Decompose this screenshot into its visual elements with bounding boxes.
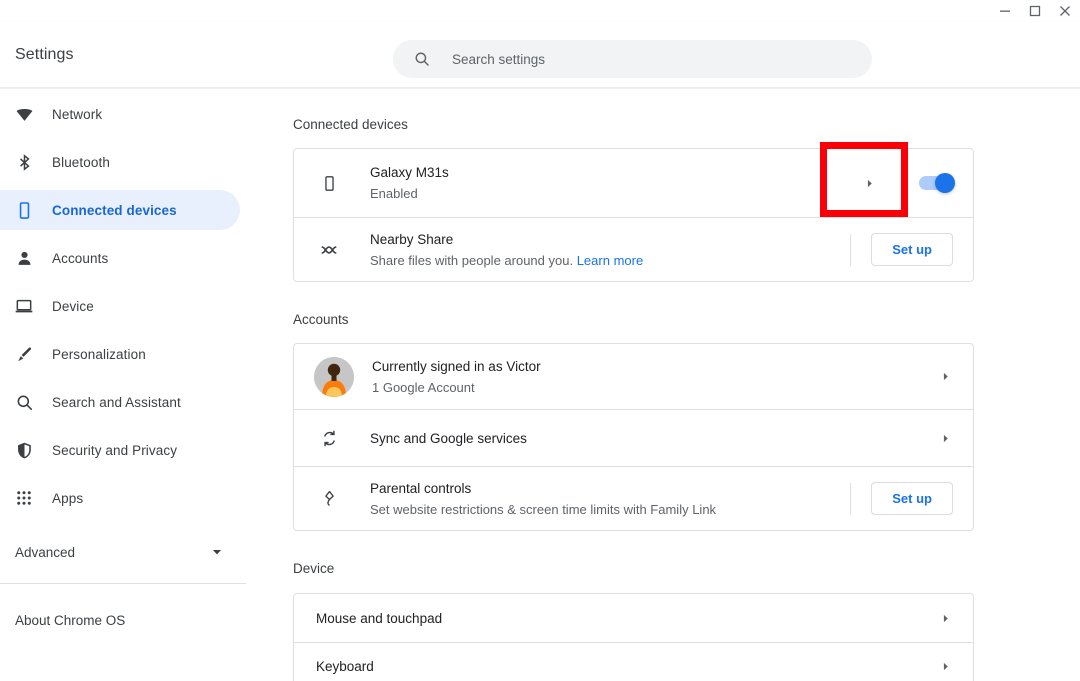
sidebar-item-security-and-privacy[interactable]: Security and Privacy (0, 430, 246, 470)
sidebar-advanced-toggle[interactable]: Advanced (0, 532, 246, 572)
family-link-icon (314, 489, 344, 508)
row-text: Sync and Google services (370, 429, 940, 448)
row-text: Currently signed in as Victor 1 Google A… (372, 357, 940, 397)
nearby-share-icon (314, 240, 344, 260)
phone-icon (314, 175, 344, 192)
chevron-right-icon[interactable] (940, 613, 951, 624)
parental-controls-setup-button[interactable]: Set up (871, 482, 953, 515)
close-icon[interactable] (1050, 0, 1080, 22)
parental-controls-title: Parental controls (370, 480, 472, 496)
search-icon (12, 393, 36, 412)
sidebar-item-apps[interactable]: Apps (0, 478, 246, 518)
sidebar-item-search-and-assistant[interactable]: Search and Assistant (0, 382, 246, 422)
chevron-right-icon[interactable] (940, 371, 951, 382)
brush-icon (12, 345, 36, 364)
window-titlebar (0, 0, 1080, 22)
sidebar-item-accounts[interactable]: Accounts (0, 238, 246, 278)
device-card: Mouse and touchpad Keyboard (293, 593, 974, 681)
row-sync-and-google-services[interactable]: Sync and Google services (294, 409, 973, 466)
section-title-connected-devices: Connected devices (293, 117, 408, 132)
minimize-icon[interactable] (990, 0, 1020, 22)
row-nearby-share[interactable]: Nearby Share Share files with people aro… (294, 217, 973, 281)
nearby-share-desc-text: Share files with people around you. (370, 252, 574, 268)
sidebar-divider (0, 583, 246, 584)
sync-icon (314, 429, 344, 448)
row-text: Parental controls Set website restrictio… (370, 479, 850, 519)
parental-controls-desc: Set website restrictions & screen time l… (370, 501, 717, 517)
apps-grid-icon (12, 489, 36, 507)
about-label: About Chrome OS (15, 612, 126, 628)
sync-title: Sync and Google services (370, 430, 527, 446)
laptop-icon (12, 296, 36, 316)
sidebar-item-label: Bluetooth (52, 154, 110, 170)
row-text: Galaxy M31s Enabled (370, 163, 864, 203)
sidebar-item-label: Search and Assistant (52, 394, 181, 410)
sidebar-item-personalization[interactable]: Personalization (0, 334, 246, 374)
chevron-down-icon (210, 545, 224, 559)
bluetooth-icon (12, 153, 36, 172)
nearby-share-title: Nearby Share (370, 231, 454, 247)
galaxy-m31s-toggle[interactable] (919, 173, 955, 193)
section-title-device: Device (293, 561, 335, 576)
maximize-icon[interactable] (1020, 0, 1050, 22)
row-keyboard[interactable]: Keyboard (294, 642, 973, 681)
row-text: Mouse and touchpad (316, 609, 940, 628)
sidebar-item-connected-devices[interactable]: Connected devices (0, 190, 240, 230)
sidebar-item-label: Connected devices (52, 202, 177, 218)
sidebar-item-label: Personalization (52, 346, 146, 362)
section-title-accounts: Accounts (293, 312, 349, 327)
sidebar-item-about-chrome-os[interactable]: About Chrome OS (0, 600, 246, 640)
row-text: Nearby Share Share files with people aro… (370, 230, 850, 270)
connected-devices-card: Galaxy M31s Enabled Nearby Share Share f (293, 148, 974, 282)
nearby-share-desc: Share files with people around you. Lear… (370, 251, 850, 270)
mouse-touchpad-title: Mouse and touchpad (316, 610, 443, 626)
signed-in-title: Currently signed in as Victor (372, 358, 541, 374)
chevron-right-icon[interactable] (940, 661, 951, 672)
search-box[interactable] (393, 40, 872, 78)
main-content: Connected devices Galaxy M31s Enabled Ne… (246, 89, 1080, 681)
accounts-card: Currently signed in as Victor 1 Google A… (293, 343, 974, 531)
search-input[interactable] (452, 51, 872, 67)
row-parental-controls[interactable]: Parental controls Set website restrictio… (294, 466, 973, 530)
phone-icon (12, 201, 36, 220)
page-title: Settings (15, 46, 74, 63)
sidebar-item-label: Security and Privacy (52, 442, 178, 458)
row-divider (850, 482, 852, 515)
learn-more-link[interactable]: Learn more (577, 253, 643, 268)
sidebar-item-label: Device (52, 298, 94, 314)
galaxy-m31s-expand-chevron[interactable] (864, 178, 875, 189)
toggle-knob (935, 173, 955, 193)
advanced-label: Advanced (15, 544, 76, 560)
sidebar-item-device[interactable]: Device (0, 286, 246, 326)
google-account-count: 1 Google Account (372, 379, 475, 395)
nearby-share-setup-button[interactable]: Set up (871, 233, 953, 266)
wifi-icon (12, 105, 36, 124)
sidebar-item-network[interactable]: Network (0, 94, 246, 134)
row-galaxy-m31s[interactable]: Galaxy M31s Enabled (294, 149, 973, 217)
sidebar-item-label: Network (52, 106, 103, 122)
shield-icon (12, 441, 36, 460)
row-text: Keyboard (316, 657, 940, 676)
search-icon (413, 50, 431, 68)
device-name: Galaxy M31s (370, 165, 449, 180)
top-bar: Settings (0, 22, 1080, 88)
row-signed-in-account[interactable]: Currently signed in as Victor 1 Google A… (294, 344, 973, 409)
sidebar-item-bluetooth[interactable]: Bluetooth (0, 142, 246, 182)
avatar (314, 356, 354, 397)
keyboard-title: Keyboard (316, 659, 374, 674)
person-icon (12, 249, 36, 268)
sidebar-item-label: Apps (52, 490, 84, 506)
device-status: Enabled (370, 186, 418, 201)
chevron-right-icon[interactable] (940, 433, 951, 444)
sidebar: Network Bluetooth Connected devices Acco… (0, 89, 246, 681)
sidebar-item-label: Accounts (52, 250, 109, 266)
row-divider (850, 233, 852, 266)
row-mouse-and-touchpad[interactable]: Mouse and touchpad (294, 594, 973, 642)
